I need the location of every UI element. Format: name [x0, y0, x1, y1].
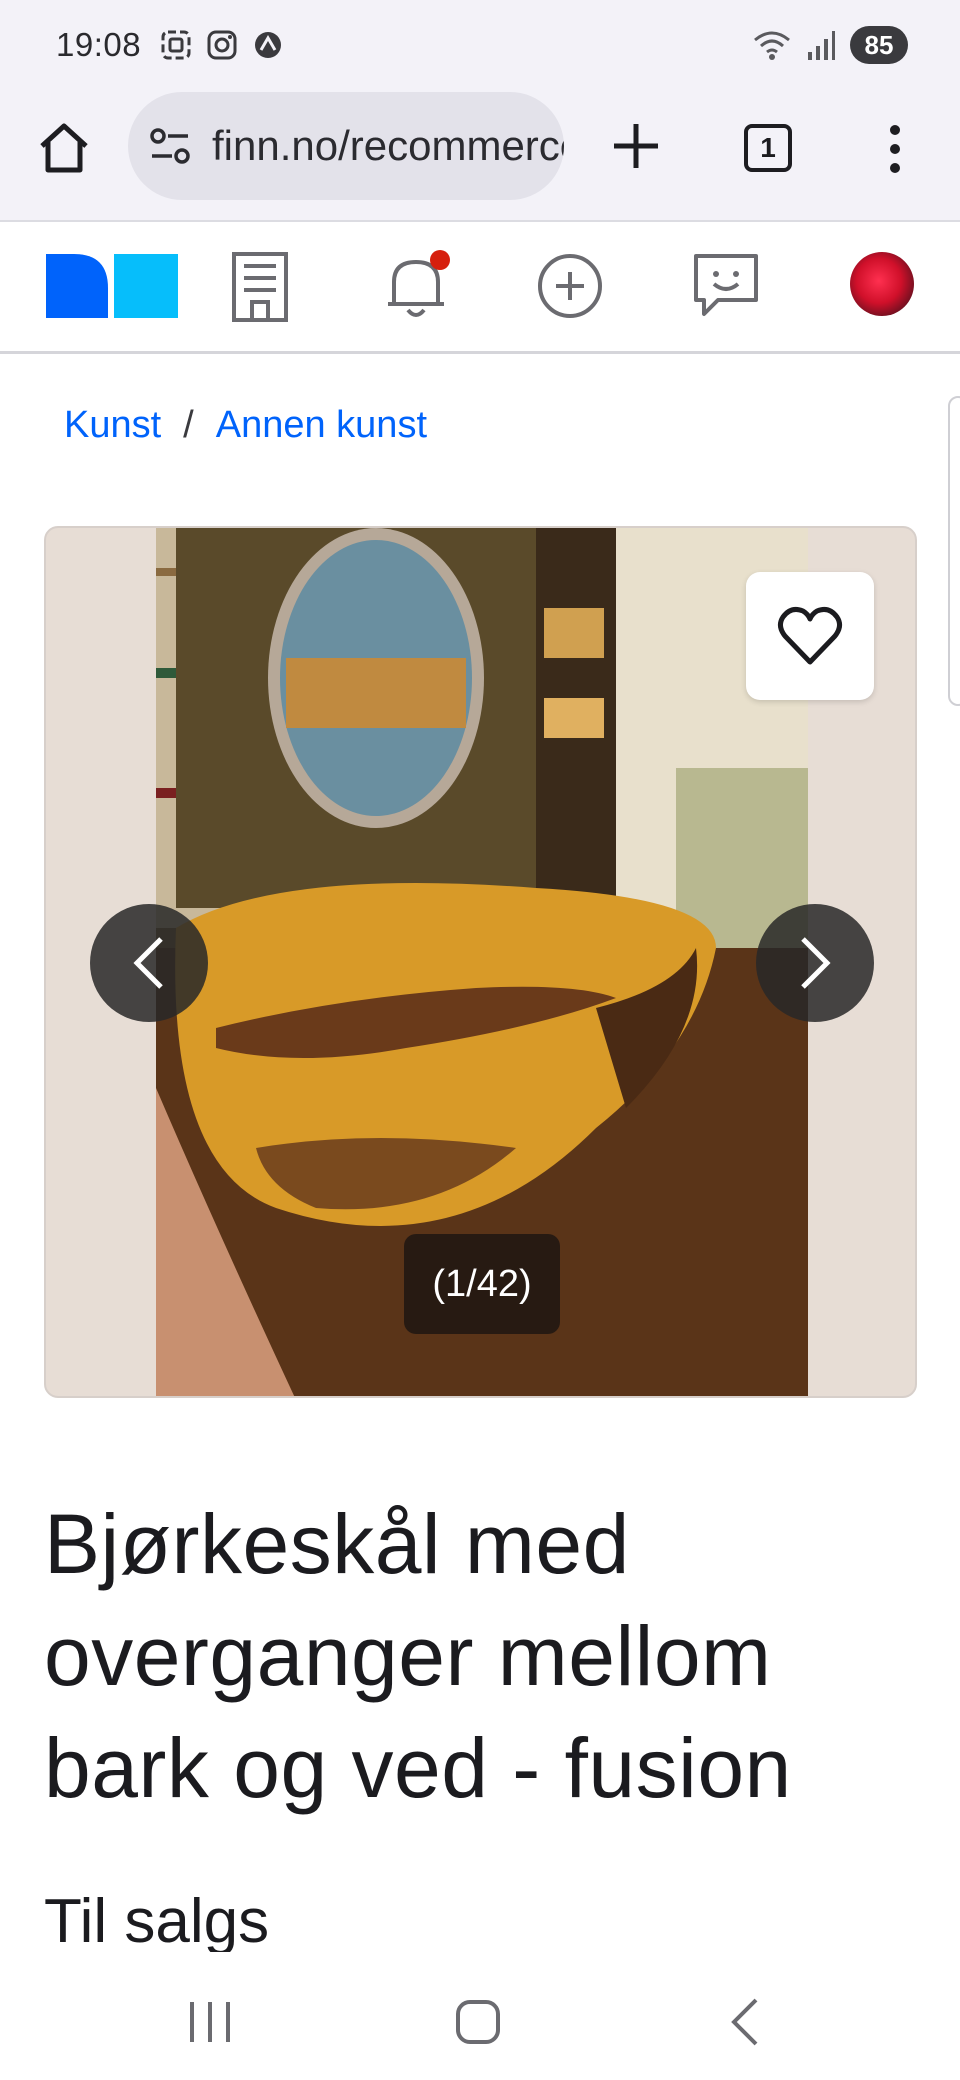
previous-image-button[interactable] [90, 904, 208, 1022]
status-bar: 19:08 85 [0, 0, 960, 90]
more-menu-icon[interactable] [880, 124, 910, 174]
screenshot-icon [161, 30, 191, 60]
chevron-right-icon [801, 937, 831, 989]
building-icon[interactable] [222, 248, 298, 324]
home-nav-icon[interactable] [448, 1992, 508, 2052]
site-header [0, 222, 960, 354]
breadcrumb: Kunst / Annen kunst [64, 404, 427, 447]
system-nav-bar [0, 1952, 960, 2080]
chat-icon[interactable] [688, 248, 764, 324]
signal-icon [808, 31, 835, 60]
next-image-button[interactable] [756, 904, 874, 1022]
bell-icon[interactable] [378, 248, 454, 324]
instagram-icon [207, 30, 237, 60]
scrollbar[interactable] [948, 396, 960, 706]
chevron-left-icon [133, 937, 163, 989]
url-text: finn.no/recommerce/forsale/item [212, 122, 564, 169]
new-tab-icon[interactable] [606, 116, 666, 176]
section-heading: Til salgs [44, 1887, 270, 1956]
tab-switcher-button[interactable]: 1 [744, 124, 792, 172]
breadcrumb-separator: / [183, 404, 194, 446]
status-time: 19:08 [56, 26, 142, 63]
vpn-icon [255, 32, 282, 58]
browser-toolbar: finn.no/recommerce/forsale/item 1 [0, 90, 960, 222]
battery-indicator: 85 [850, 26, 908, 64]
favorite-button[interactable] [746, 572, 874, 700]
image-gallery[interactable]: (1/42) [44, 526, 917, 1398]
notification-dot [430, 250, 450, 270]
site-settings-icon[interactable] [148, 124, 192, 168]
image-counter: (1/42) [404, 1234, 560, 1334]
wifi-icon [754, 31, 790, 60]
avatar[interactable] [850, 252, 914, 316]
listing-title: Bjørkeskål med overganger mellom bark og… [44, 1497, 792, 1815]
heart-icon [777, 607, 843, 665]
recent-apps-icon[interactable] [180, 1992, 240, 2052]
home-icon[interactable] [34, 118, 94, 178]
add-circle-icon[interactable] [532, 248, 608, 324]
breadcrumb-annen-kunst[interactable]: Annen kunst [216, 404, 427, 447]
finn-logo[interactable] [46, 254, 178, 318]
back-icon[interactable] [716, 1992, 776, 2052]
address-bar[interactable]: finn.no/recommerce/forsale/item [128, 92, 564, 200]
breadcrumb-kunst[interactable]: Kunst [64, 404, 161, 447]
